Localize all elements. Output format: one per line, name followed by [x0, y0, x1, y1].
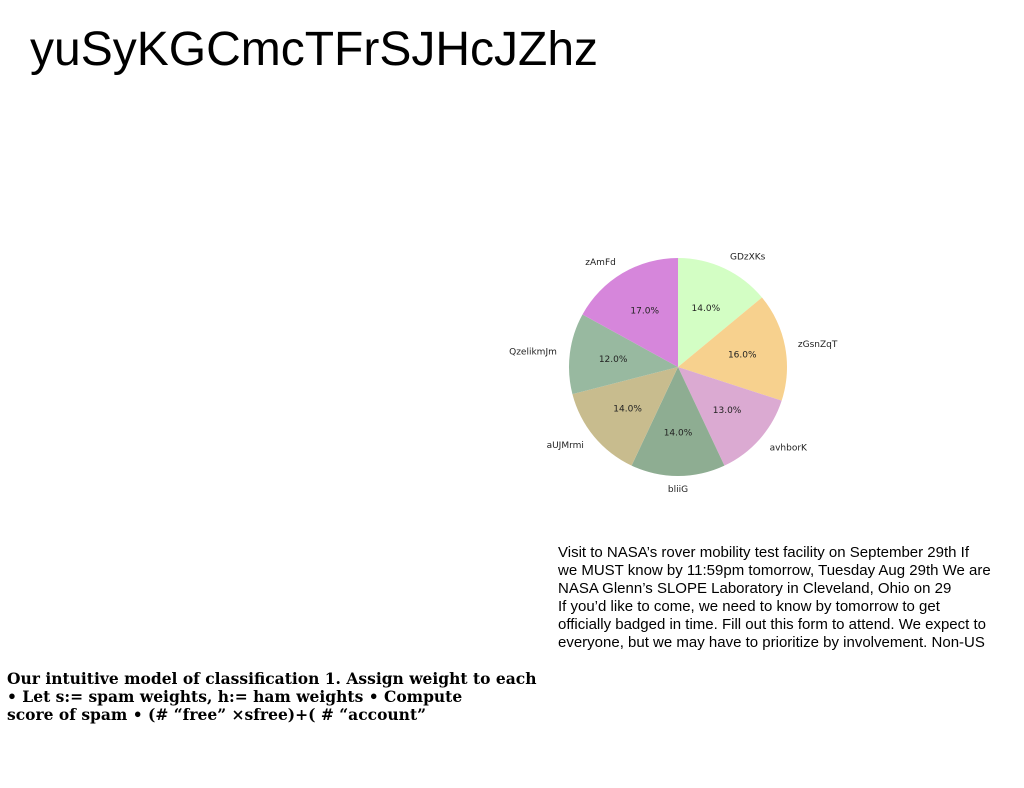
pie-slices — [569, 258, 787, 476]
classification-model-text: Our intuitive model of classification 1.… — [7, 670, 567, 724]
pie-value-label: 14.0% — [613, 405, 642, 415]
pie-chart: 14.0% GDzXKs 16.0% zGsnZqT 13.0% avhborK 14.0%… — [509, 253, 838, 496]
notice-line: If you’d like to come, we need to know b… — [558, 598, 940, 615]
notice-line: Visit to NASA’s rover mobility test faci… — [558, 544, 970, 561]
model-line: score of spam • (# “free” ×sfree)+( # “a… — [7, 705, 427, 724]
pie-category-label: aUJMrmi — [547, 441, 584, 451]
pie-value-label: 13.0% — [713, 406, 742, 416]
pie-value-label: 14.0% — [664, 428, 693, 438]
pie-category-label: QzelikmJm — [509, 348, 557, 358]
pie-category-label: avhborK — [770, 444, 808, 454]
pie-category-label: bliiG — [668, 485, 688, 495]
model-line: • Let s:= spam weights, h:= ham weights … — [7, 687, 463, 706]
pie-value-label: 16.0% — [728, 351, 757, 361]
notice-line: NASA Glenn’s SLOPE Laboratory in Clevela… — [558, 580, 952, 597]
page-title: yuSyKGCmcTFrSJHcJZhz — [30, 23, 599, 76]
pie-value-label: 14.0% — [692, 304, 721, 314]
pie-category-label: zGsnZqT — [798, 340, 838, 350]
notice-line: officially badged in time. Fill out this… — [558, 616, 986, 633]
pie-category-label: GDzXKs — [730, 253, 766, 263]
notice-line: everyone, but we may have to prioritize … — [558, 634, 985, 651]
pie-value-label: 12.0% — [599, 355, 628, 365]
model-line: Our intuitive model of classification 1.… — [7, 669, 537, 688]
pie-value-label: 17.0% — [630, 307, 659, 317]
notice-text: Visit to NASA’s rover mobility test faci… — [558, 544, 1024, 652]
notice-line: we MUST know by 11:59pm tomorrow, Tuesda… — [558, 562, 991, 579]
pie-category-label: zAmFd — [585, 258, 616, 268]
